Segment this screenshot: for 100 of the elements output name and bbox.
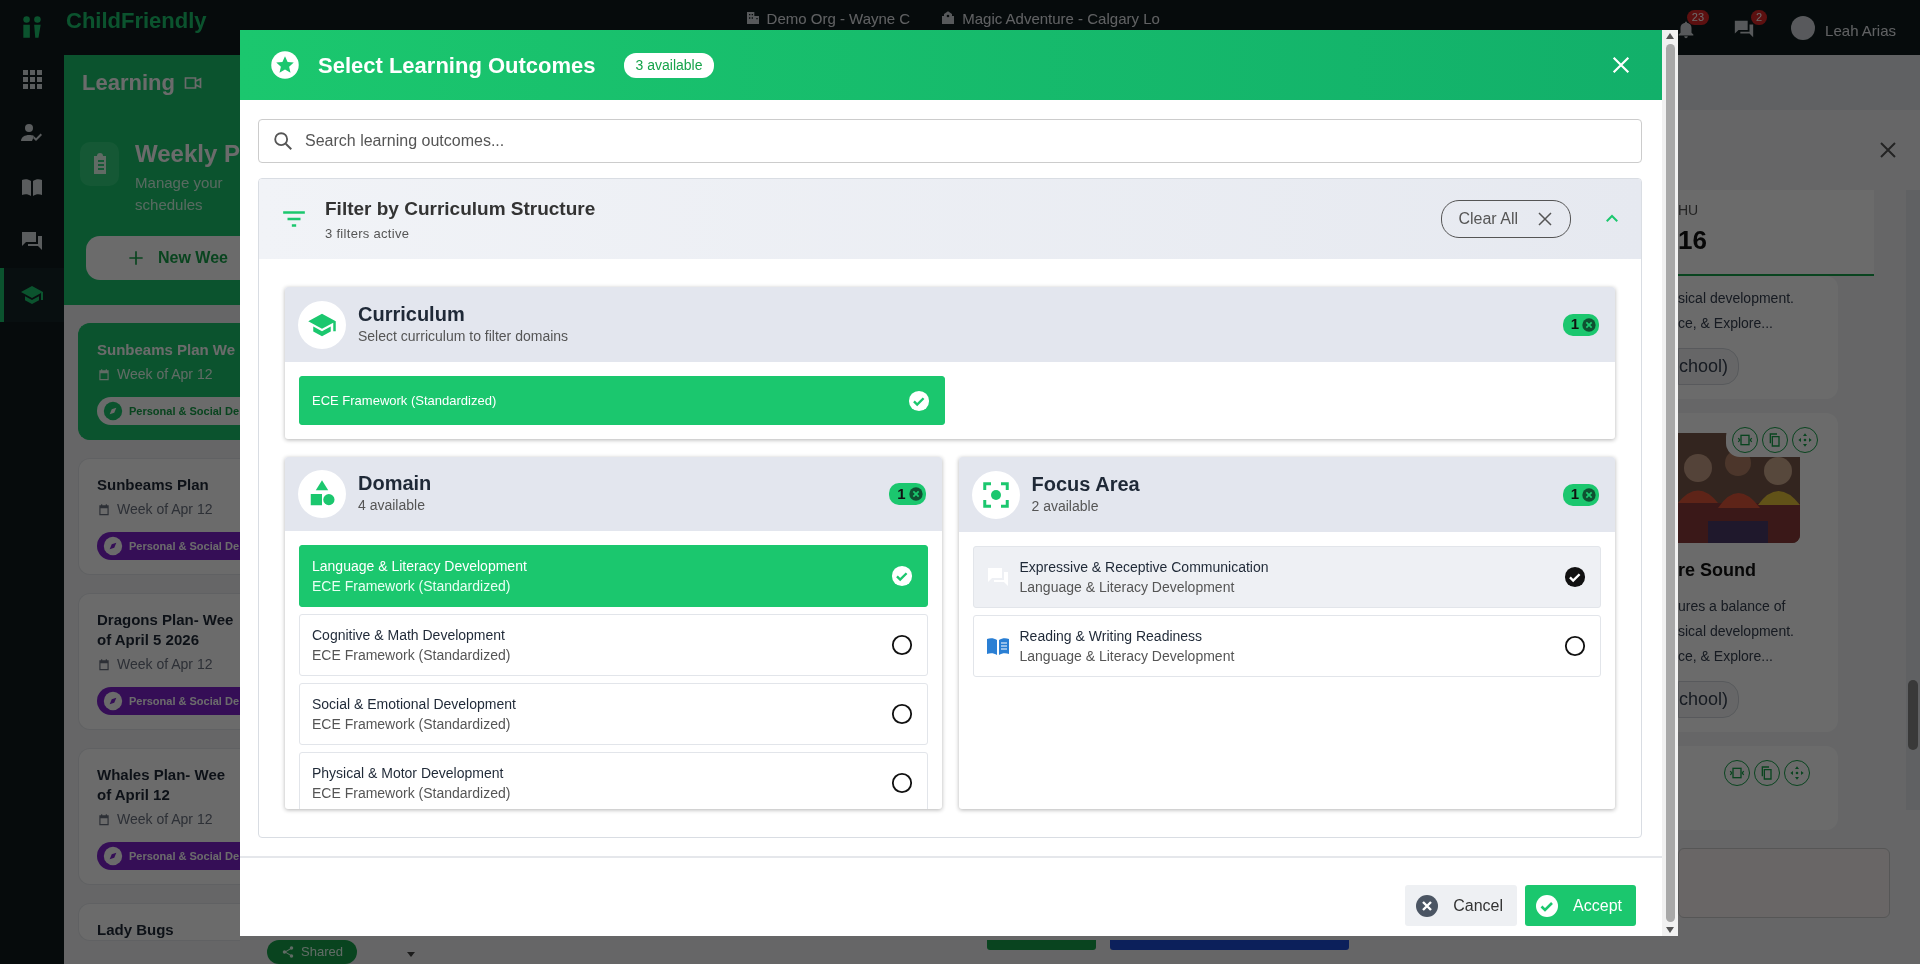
plan-card[interactable]: Whales Plan- Wee of April 12 Week of Apr 12 Personal & Social De — [78, 748, 240, 885]
plan-title: Lady Bugs — [97, 920, 175, 940]
compass-icon — [103, 401, 123, 421]
chat-icon[interactable] — [1733, 18, 1756, 40]
option-item[interactable]: ECE Framework (Standardized) — [299, 376, 945, 425]
plan-title: of April 12 — [97, 785, 171, 805]
filter-status: 3 filters active — [325, 224, 411, 243]
scroll-down-icon[interactable] — [1665, 926, 1675, 934]
option-subtitle: ECE Framework (Standardized) — [312, 714, 512, 734]
activity-title: re Sound — [1678, 559, 1757, 582]
card-title: Focus Area — [1031, 472, 1140, 496]
check-circle-icon — [1535, 893, 1560, 918]
card-subtitle: 4 available — [358, 496, 426, 516]
sidebar-item[interactable] — [0, 268, 64, 322]
close-icon[interactable] — [1610, 54, 1632, 76]
card-title: Domain — [358, 471, 432, 496]
domain-tag: Personal & Social De — [97, 842, 240, 870]
compass-icon — [103, 846, 123, 866]
option-item[interactable]: Cognitive & Math Development ECE Framework (Standardized) — [299, 613, 928, 676]
close-icon — [1536, 210, 1554, 228]
date-number: 16 — [1678, 224, 1708, 257]
description-line: sical development. — [1678, 289, 1795, 308]
option-subtitle: Language & Literacy Development — [1019, 578, 1236, 597]
calendar-icon — [97, 812, 111, 827]
scrollbar[interactable] — [1662, 30, 1678, 936]
organization-name[interactable]: Demo Org - Wayne C — [766, 10, 911, 26]
compass-icon — [103, 691, 123, 711]
count-badge: 2 — [1751, 10, 1768, 26]
week-label: Week of Apr 12 — [117, 365, 213, 384]
option-subtitle: ECE Framework (Standardized) — [312, 783, 512, 803]
radio-icon — [890, 702, 913, 725]
avatar[interactable] — [1791, 16, 1816, 40]
section-heading: Weekly P — [135, 139, 240, 169]
option-item[interactable]: Social & Emotional Development ECE Framework (Standardized) — [299, 682, 928, 745]
age-tag: chool) — [1678, 681, 1740, 718]
card-subtitle: 2 available — [1031, 497, 1100, 516]
text-area[interactable] — [1678, 848, 1890, 918]
option-label: Language & Literacy Development — [312, 556, 528, 576]
share-icon — [281, 944, 295, 959]
day-label: HU — [1678, 201, 1700, 220]
description-line: ures a balance of — [1678, 597, 1787, 616]
radio-icon — [1564, 635, 1586, 657]
scrollbar[interactable] — [1906, 190, 1920, 810]
plan-title: Sunbeams Plan We — [97, 340, 237, 360]
building-icon — [744, 10, 761, 26]
cancel-icon — [1415, 893, 1440, 918]
scroll-up-icon[interactable] — [1665, 32, 1675, 40]
plus-icon — [126, 248, 146, 268]
calendar-icon — [97, 367, 111, 382]
radio-icon — [890, 633, 913, 656]
location-name[interactable]: Magic Adventure - Calgary Lo — [962, 10, 1160, 26]
count-chip[interactable]: 1 — [1562, 313, 1599, 336]
plan-title: Sunbeams Plan — [97, 475, 210, 495]
week-label: Week of Apr 12 — [117, 655, 213, 674]
count-badge: 3 available — [623, 52, 715, 78]
calendar-icon — [97, 502, 111, 517]
plan-title: Dragons Plan- Wee — [97, 610, 235, 630]
count-chip[interactable]: 1 — [889, 482, 926, 505]
option-label: Reading & Writing Readiness — [1019, 627, 1204, 646]
user-name[interactable]: Leah Arias — [1825, 20, 1896, 43]
option-item[interactable]: Reading & Writing Readiness Language & Literacy Development — [972, 615, 1601, 677]
option-label: ECE Framework (Standardized) — [312, 391, 498, 410]
option-subtitle: ECE Framework (Standardized) — [312, 576, 512, 596]
option-subtitle: ECE Framework (Standardized) — [312, 645, 512, 665]
option-label: Social & Emotional Development — [312, 694, 517, 714]
plan-card[interactable]: Dragons Plan- Wee of April 5 2026 Week of Apr 12 Personal & Social De — [78, 593, 240, 730]
clear-icon — [1581, 316, 1597, 333]
radio-icon — [890, 771, 913, 794]
week-label: Week of Apr 12 — [117, 810, 213, 829]
search-icon — [272, 130, 294, 152]
description-line: ce, & Explore... — [1678, 314, 1774, 333]
accept-button[interactable]: Accept — [1525, 885, 1636, 926]
page-title: Learning — [82, 69, 175, 97]
compass-icon — [103, 536, 123, 556]
calendar-icon — [97, 657, 111, 672]
cancel-button[interactable]: Cancel — [1405, 885, 1518, 926]
domain-tag: Personal & Social De — [97, 532, 240, 560]
option-item[interactable]: Language & Literacy Development ECE Framework (Standardized) — [299, 544, 928, 607]
option-item[interactable]: Physical & Motor Development ECE Framework (Standardized) — [299, 751, 928, 809]
plan-card[interactable]: Sunbeams Plan We Week of Apr 12 Personal & Social De — [78, 323, 240, 440]
plan-card[interactable]: Sunbeams Plan Week of Apr 12 Personal & Social De — [78, 458, 240, 575]
clipboard-icon — [80, 142, 120, 186]
app-logo[interactable]: ChildFriendly — [66, 10, 207, 32]
count-chip[interactable]: 1 — [1562, 483, 1599, 506]
check-circle-icon — [1564, 566, 1586, 588]
option-item[interactable]: Expressive & Receptive Communication Language & Literacy Development — [972, 546, 1601, 608]
clear-icon — [907, 485, 924, 502]
clear-icon — [1581, 486, 1597, 503]
new-button[interactable]: New Wee — [86, 236, 240, 280]
check-circle-icon — [890, 564, 913, 587]
apps-icon — [20, 67, 44, 91]
domain-tag: Personal & Social De — [97, 687, 240, 715]
focus-frame-icon — [980, 479, 1011, 510]
filter-title: Filter by Curriculum Structure — [325, 197, 596, 221]
card-subtitle: Select curriculum to filter domains — [358, 327, 569, 346]
clear-all-button[interactable]: Clear All — [1441, 200, 1571, 238]
plan-card[interactable]: Lady Bugs — [78, 903, 240, 941]
search-field[interactable]: Search learning outcomes... — [258, 119, 1642, 163]
filter-header[interactable]: Filter by Curriculum Structure 3 filters active Clear All — [259, 179, 1641, 259]
subtitle-line: schedules — [135, 195, 204, 215]
